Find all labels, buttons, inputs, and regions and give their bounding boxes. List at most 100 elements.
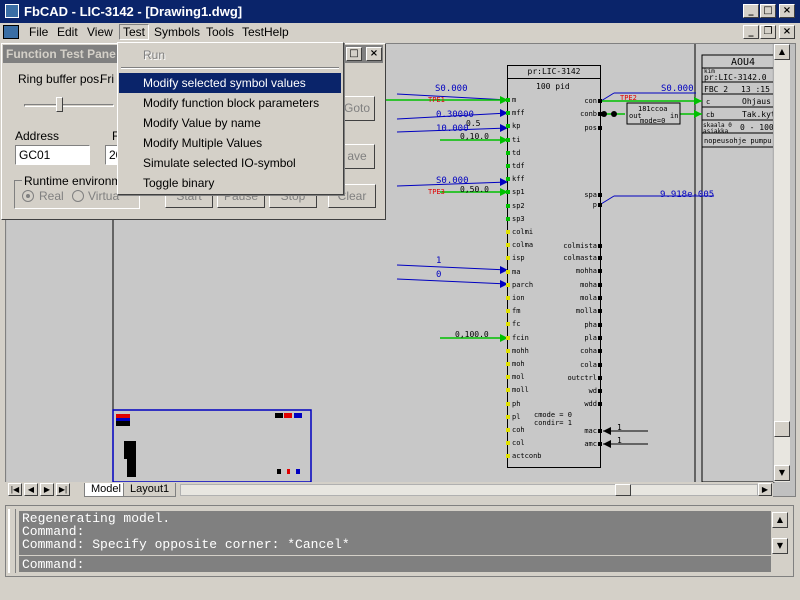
pin-label-right[interactable]: wd xyxy=(589,387,597,395)
pin-marker xyxy=(506,164,510,168)
pin-label-right[interactable]: con xyxy=(584,97,597,105)
radio-real[interactable] xyxy=(22,190,34,202)
address-input[interactable]: GC01 xyxy=(15,145,90,165)
pin-label-right[interactable]: amc xyxy=(584,440,597,448)
pin-label-left[interactable]: fcin xyxy=(512,334,529,342)
pin-label-left[interactable]: tdf xyxy=(512,162,525,170)
vertical-scrollbar[interactable] xyxy=(773,44,790,482)
signal-p-value[interactable]: 9.918e-005 xyxy=(660,190,714,200)
menu-item-run[interactable]: Run xyxy=(119,45,341,65)
pin-marker xyxy=(506,362,510,366)
scroll-thumb[interactable] xyxy=(774,421,790,437)
goto-button[interactable]: Goto xyxy=(339,96,375,121)
horizontal-scroll-thumb[interactable] xyxy=(615,484,631,496)
signal-fcin-value[interactable]: 0,100.0 xyxy=(455,330,489,339)
pin-label-right[interactable]: cola xyxy=(580,361,597,369)
pin-label-right[interactable]: colmista xyxy=(563,242,597,250)
pin-marker xyxy=(598,244,602,248)
pin-marker xyxy=(598,203,602,207)
command-grip[interactable] xyxy=(8,509,16,573)
pin-label-left[interactable]: isp xyxy=(512,254,525,262)
pin-label-left[interactable]: td xyxy=(512,149,520,157)
signal-ti-value[interactable]: 0,10.0 xyxy=(460,132,489,141)
pin-label-right[interactable]: outctrl xyxy=(567,374,597,382)
tab-prev-button[interactable]: ◀ xyxy=(24,483,38,496)
command-input[interactable]: Command: xyxy=(19,556,771,572)
pin-label-right[interactable]: pos xyxy=(584,124,597,132)
save-button[interactable]: ave xyxy=(339,144,375,169)
pin-label-left[interactable]: pl xyxy=(512,413,520,421)
pin-label-right[interactable]: colmasta xyxy=(563,254,597,262)
pin-label-left[interactable]: mohh xyxy=(512,347,529,355)
scroll-up-button[interactable]: ▲ xyxy=(774,44,790,60)
cmd-scroll-down[interactable]: ▼ xyxy=(772,538,788,554)
pin-label-left[interactable]: fm xyxy=(512,307,520,315)
pin-label-left[interactable]: ma xyxy=(512,268,520,276)
menu-item-simulate-selected-io-symbol[interactable]: Simulate selected IO-symbol xyxy=(119,153,341,173)
pin-label-right[interactable]: mac xyxy=(584,427,597,435)
pin-label-left[interactable]: mff xyxy=(512,109,525,117)
pin-label-right[interactable]: coha xyxy=(580,347,597,355)
slider-thumb[interactable] xyxy=(56,97,63,112)
horizontal-scrollbar[interactable] xyxy=(180,484,758,496)
menu-item-modify-selected-symbol-values[interactable]: Modify selected symbol values xyxy=(119,73,341,93)
pin-label-left[interactable]: colma xyxy=(512,241,533,249)
scroll-down-button[interactable]: ▼ xyxy=(774,465,790,481)
pin-label-left[interactable]: ti xyxy=(512,136,520,144)
pin-label-right[interactable]: spa xyxy=(584,191,597,199)
tab-model[interactable]: Model xyxy=(84,483,128,497)
pin-label-right[interactable]: pha xyxy=(584,321,597,329)
menu-item-modify-function-block-parameters[interactable]: Modify function block parameters xyxy=(119,93,341,113)
tag-tpe3: TPE3 xyxy=(428,188,445,196)
pin-marker xyxy=(506,256,510,261)
pin-label-left[interactable]: ph xyxy=(512,400,520,408)
tab-layout1[interactable]: Layout1 xyxy=(123,483,177,497)
signal-ma-value[interactable]: 0 xyxy=(436,270,441,280)
pin-label-left[interactable]: mol xyxy=(512,373,525,381)
titleblock-scale-range: 0 - 100 xyxy=(740,123,774,132)
radio-virtual[interactable] xyxy=(72,190,84,202)
tab-first-button[interactable]: |◀ xyxy=(8,483,22,496)
pin-label-right[interactable]: conb xyxy=(580,110,597,118)
pin-label-right[interactable]: molla xyxy=(576,307,597,315)
pin-label-left[interactable]: actconb xyxy=(512,452,542,460)
signal-isp-value[interactable]: 1 xyxy=(436,256,441,266)
pin-label-left[interactable]: kff xyxy=(512,175,525,183)
pin-label-right[interactable]: mola xyxy=(580,294,597,302)
tab-next-button[interactable]: ▶ xyxy=(40,483,54,496)
pin-label-right[interactable]: wdd xyxy=(584,400,597,408)
titleblock-tag: pr:LIC-3142.0 xyxy=(704,73,767,82)
signal-con-value[interactable]: S0.000 xyxy=(661,84,694,94)
panel-close-button[interactable]: × xyxy=(366,47,382,61)
pin-label-left[interactable]: col xyxy=(512,439,525,447)
pin-label-left[interactable]: sp2 xyxy=(512,202,525,210)
pin-marker xyxy=(598,429,602,433)
menu-item-modify-value-by-name[interactable]: Modify Value by name xyxy=(119,113,341,133)
pin-label-left[interactable]: moll xyxy=(512,386,529,394)
pin-label-left[interactable]: coh xyxy=(512,426,525,434)
pin-label-left[interactable]: m xyxy=(512,96,516,104)
pin-label-left[interactable]: sp1 xyxy=(512,188,525,196)
scroll-right-button[interactable]: ▶ xyxy=(758,483,772,496)
signal-m-value[interactable]: S0.000 xyxy=(435,84,468,94)
pin-label-right[interactable]: moha xyxy=(580,281,597,289)
pin-marker xyxy=(506,388,510,393)
pin-label-left[interactable]: colmi xyxy=(512,228,533,236)
menu-item-modify-multiple-values[interactable]: Modify Multiple Values xyxy=(119,133,341,153)
pin-label-right[interactable]: mohha xyxy=(576,267,597,275)
pin-label-left[interactable]: fc xyxy=(512,320,520,328)
pin-label-left[interactable]: kp xyxy=(512,122,520,130)
signal-sp1-value[interactable]: 0,50.0 xyxy=(460,185,489,194)
tab-last-button[interactable]: ▶| xyxy=(56,483,70,496)
amc-value: 1 xyxy=(617,436,622,445)
pin-label-left[interactable]: ion xyxy=(512,294,525,302)
pin-label-right[interactable]: pla xyxy=(584,334,597,342)
pin-label-left[interactable]: parch xyxy=(512,281,533,289)
panel-maximize-button[interactable]: □ xyxy=(346,47,362,61)
ring-buffer-slider[interactable] xyxy=(18,96,118,114)
menu-item-toggle-binary[interactable]: Toggle binary xyxy=(119,173,341,193)
pin-label-right[interactable]: p xyxy=(593,201,597,209)
cmd-scroll-up[interactable]: ▲ xyxy=(772,512,788,528)
pin-label-left[interactable]: sp3 xyxy=(512,215,525,223)
pin-label-left[interactable]: moh xyxy=(512,360,525,368)
